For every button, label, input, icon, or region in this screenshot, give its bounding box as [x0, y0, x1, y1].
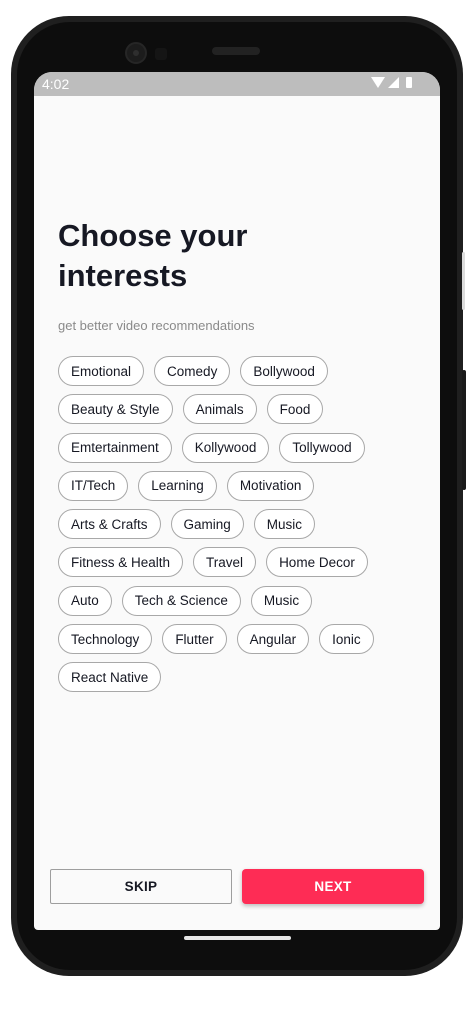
interest-chip[interactable]: Emtertainment: [58, 432, 172, 463]
interest-chip[interactable]: Tech & Science: [121, 585, 241, 616]
interest-chip[interactable]: Auto: [58, 585, 112, 616]
interest-chip[interactable]: React Native: [58, 662, 162, 693]
interest-chip[interactable]: Animals: [182, 394, 257, 425]
app-screen: 4:02 Choose your interests get better vi…: [34, 72, 440, 930]
interest-chip[interactable]: Comedy: [154, 356, 231, 386]
interest-chip[interactable]: Kollywood: [181, 432, 270, 463]
interest-chip[interactable]: Food: [266, 394, 324, 425]
interest-chip[interactable]: IT/Tech: [58, 470, 129, 501]
skip-button[interactable]: SKIP: [50, 869, 232, 904]
interest-chip[interactable]: Bollywood: [240, 356, 328, 386]
side-button-power: [462, 252, 465, 310]
interest-chip[interactable]: Angular: [236, 624, 310, 655]
status-icons: [371, 77, 412, 88]
interest-chip[interactable]: Technology: [58, 624, 153, 655]
page-subtitle: get better video recommendations: [58, 318, 255, 333]
interest-chip[interactable]: Motivation: [226, 470, 315, 501]
interest-chip[interactable]: Beauty & Style: [58, 394, 173, 425]
interest-chip[interactable]: Music: [253, 509, 316, 540]
interest-chip[interactable]: Tollywood: [279, 432, 365, 463]
front-camera: [125, 42, 147, 64]
interest-chip[interactable]: Arts & Crafts: [58, 509, 161, 540]
earpiece-speaker: [212, 47, 260, 55]
interest-chip[interactable]: Home Decor: [266, 547, 368, 578]
interest-chip[interactable]: Travel: [193, 547, 257, 578]
interest-chip[interactable]: Gaming: [170, 509, 244, 540]
page-title: Choose your interests: [58, 218, 248, 293]
cell-signal-icon: [388, 77, 399, 88]
proximity-sensor: [155, 48, 167, 60]
status-time: 4:02: [42, 76, 70, 92]
interest-chip[interactable]: Learning: [138, 470, 217, 501]
status-bar: 4:02: [34, 72, 440, 96]
interest-chip[interactable]: Music: [250, 585, 313, 616]
next-button[interactable]: NEXT: [242, 869, 424, 904]
interest-chip[interactable]: Emotional: [58, 356, 145, 386]
interest-chip-list: Emotional Comedy Bollywood Beauty & Style An…: [58, 356, 398, 693]
interest-chip[interactable]: Flutter: [162, 624, 227, 655]
battery-icon: [406, 77, 412, 88]
interest-chip[interactable]: Ionic: [319, 624, 374, 655]
home-indicator[interactable]: [184, 936, 291, 940]
wifi-icon: [371, 77, 385, 88]
interest-chip[interactable]: Fitness & Health: [58, 547, 184, 578]
side-button-volume: [462, 370, 466, 490]
